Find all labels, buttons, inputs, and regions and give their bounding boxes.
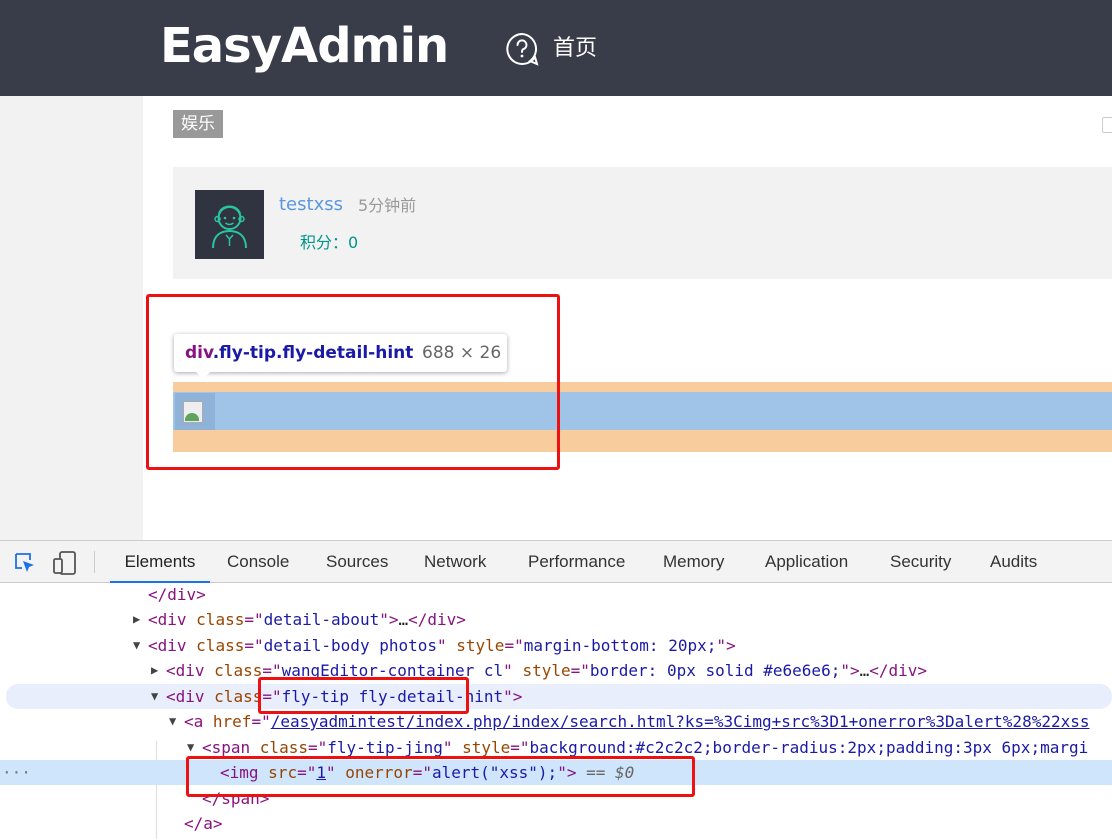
tab-performance[interactable]: Performance: [528, 541, 625, 583]
collapse-triangle-icon[interactable]: ▼: [151, 684, 158, 709]
dom-node-line-hovered[interactable]: ▼ <div class="fly-tip fly-detail-hint">: [6, 684, 1112, 709]
more-options-icon[interactable]: ···: [2, 760, 31, 785]
dom-tree: </div> ▶ <div class="detail-about">…</div…: [0, 583, 1112, 839]
author-username[interactable]: testxss: [279, 193, 343, 217]
dom-node-line[interactable]: ▶ <div class="wangEditor-container cl" st…: [0, 658, 1112, 683]
category-tag[interactable]: 娱乐: [173, 110, 223, 138]
tab-memory[interactable]: Memory: [663, 541, 724, 583]
tab-audits[interactable]: Audits: [990, 541, 1037, 583]
annotation-box-page: [146, 294, 560, 470]
dom-node-line[interactable]: </a>: [0, 811, 1112, 836]
post-time: 5分钟前: [358, 196, 417, 215]
tab-application[interactable]: Application: [765, 541, 848, 583]
dom-node-line[interactable]: ▶ <div class="detail-about">…</div>: [0, 607, 1112, 632]
dom-node-line[interactable]: ▼ <a href="/easyadmintest/index.php/index…: [0, 709, 1112, 734]
inspect-element-icon[interactable]: [14, 552, 36, 574]
annotation-box-class: [258, 677, 469, 714]
nav-home-link[interactable]: 首页: [553, 34, 597, 64]
site-logo[interactable]: EasyAdmin: [160, 16, 449, 76]
top-navbar: EasyAdmin 首页: [0, 0, 1112, 96]
expand-triangle-icon[interactable]: ▶: [133, 607, 140, 632]
dom-node-line[interactable]: ▼ <div class="detail-body photos" style="…: [0, 633, 1112, 658]
collapse-triangle-icon[interactable]: ▼: [133, 633, 140, 658]
tab-sources[interactable]: Sources: [326, 541, 388, 583]
help-circle-icon[interactable]: [505, 32, 539, 66]
tab-console[interactable]: Console: [227, 541, 289, 583]
tab-elements[interactable]: Elements: [110, 541, 210, 583]
author-points: 积分：0: [300, 233, 359, 252]
annotation-box-img: [186, 756, 695, 797]
collapse-triangle-icon[interactable]: ▼: [169, 709, 176, 734]
author-info-box: testxss 5分钟前 积分：0: [173, 167, 1112, 279]
edit-icon[interactable]: [1102, 117, 1112, 133]
tab-network[interactable]: Network: [424, 541, 486, 583]
tab-security[interactable]: Security: [890, 541, 951, 583]
user-avatar[interactable]: [195, 190, 264, 259]
page-left-gutter: [0, 96, 143, 540]
device-toolbar-icon[interactable]: [52, 551, 78, 575]
tabbar-separator: [94, 551, 95, 573]
dom-node-line[interactable]: </div>: [0, 582, 1112, 607]
devtools-panel: Elements Console Sources Network Perform…: [0, 540, 1112, 839]
devtools-tabbar: Elements Console Sources Network Perform…: [0, 541, 1112, 583]
expand-triangle-icon[interactable]: ▶: [151, 658, 158, 683]
dom-line-text: </div>: [148, 585, 206, 604]
